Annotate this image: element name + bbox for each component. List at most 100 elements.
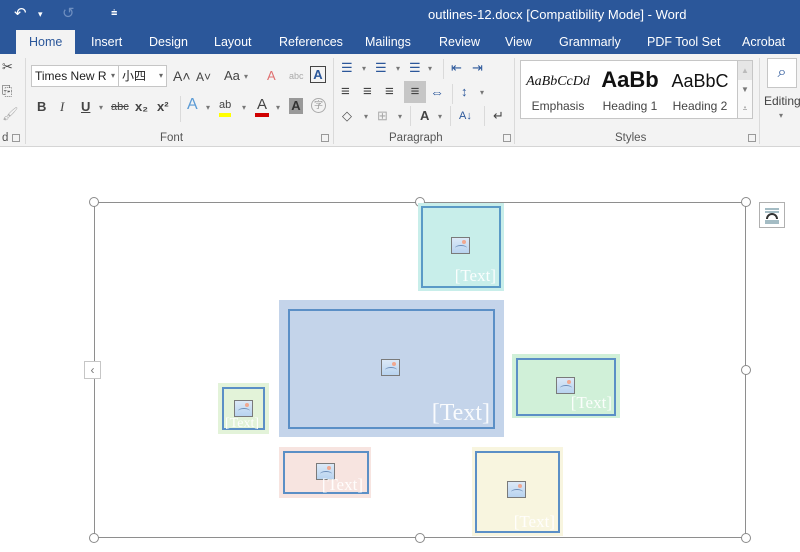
chevron-down-icon[interactable]: ▾ — [244, 72, 248, 81]
clear-formatting-icon[interactable]: A — [267, 68, 276, 84]
shape-text[interactable]: [Text] — [225, 416, 259, 432]
clipboard-launcher[interactable] — [12, 134, 20, 142]
decrease-indent-button[interactable]: ⇤ — [451, 60, 462, 76]
multilevel-list-button[interactable]: ☰ — [409, 60, 421, 76]
numbering-button[interactable]: ☰ — [375, 60, 387, 76]
picture-shape[interactable]: [Text] — [279, 447, 371, 498]
show-marks-button[interactable]: ↵ — [493, 108, 504, 124]
chevron-down-icon[interactable]: ▾ — [364, 112, 368, 121]
shape-text[interactable]: [Text] — [432, 400, 490, 427]
picture-shape[interactable]: [Text] — [218, 383, 269, 434]
line-spacing-button[interactable]: ↕ — [461, 84, 468, 100]
tab-pdf-tool-set[interactable]: PDF Tool Set — [634, 30, 733, 54]
copy-icon[interactable]: ⎘ — [2, 83, 12, 99]
align-right-button[interactable]: ≡ — [385, 84, 394, 100]
more-styles-button[interactable]: ⩡ — [738, 99, 752, 118]
paragraph-dialog-launcher[interactable] — [503, 134, 511, 142]
tab-insert[interactable]: Insert — [78, 30, 135, 54]
customize-qat-icon[interactable]: ⩧ — [111, 7, 117, 20]
subscript-button[interactable]: x₂ — [135, 99, 148, 115]
style-heading-2[interactable]: AaBbC Heading 2 — [665, 61, 735, 118]
cut-icon[interactable]: ✂ — [2, 59, 13, 75]
font-color-button[interactable]: A — [255, 97, 269, 117]
text-effects-icon[interactable]: abc — [289, 68, 304, 84]
format-painter-icon[interactable]: 🖌 — [2, 106, 19, 122]
picture-placeholder-icon[interactable] — [507, 481, 526, 498]
character-border-icon[interactable]: A — [310, 66, 326, 83]
change-case-icon[interactable]: Aa — [224, 68, 240, 84]
italic-button[interactable]: I — [60, 99, 64, 115]
picture-shape[interactable]: [Text] — [512, 354, 620, 418]
undo-icon[interactable]: ↶ — [14, 4, 27, 22]
chevron-down-icon[interactable]: ▾ — [396, 64, 400, 73]
text-pane-toggle[interactable]: ‹ — [84, 361, 101, 379]
chevron-down-icon[interactable]: ▾ — [242, 103, 246, 112]
align-left-button[interactable]: ≡ — [341, 84, 350, 100]
chevron-down-icon[interactable]: ▾ — [779, 111, 783, 120]
shape-text[interactable]: [Text] — [455, 266, 496, 286]
editing-label[interactable]: Editing — [764, 94, 800, 108]
bold-button[interactable]: B — [37, 99, 46, 115]
underline-button[interactable]: U — [81, 99, 90, 115]
chevron-down-icon[interactable]: ▾ — [99, 103, 103, 112]
picture-placeholder-icon[interactable] — [381, 359, 400, 376]
increase-indent-button[interactable]: ⇥ — [472, 60, 483, 76]
styles-dialog-launcher[interactable] — [748, 134, 756, 142]
scroll-up-button[interactable]: ▲ — [738, 61, 752, 80]
tab-references[interactable]: References — [266, 30, 356, 54]
resize-handle[interactable] — [415, 533, 425, 543]
chevron-down-icon[interactable]: ▾ — [438, 112, 442, 121]
shape-text[interactable]: [Text] — [571, 393, 612, 413]
center-button[interactable]: ≡ — [363, 84, 372, 100]
find-button[interactable]: ⌕ — [767, 58, 797, 88]
tab-mailings[interactable]: Mailings — [352, 30, 424, 54]
picture-placeholder-icon[interactable] — [234, 400, 253, 417]
strikethrough-button[interactable]: abc — [111, 99, 129, 115]
justify-button[interactable]: ≡ — [404, 81, 426, 103]
chevron-down-icon[interactable]: ▾ — [276, 103, 280, 112]
style-heading-1[interactable]: AaBb Heading 1 — [595, 61, 665, 118]
font-name-combo[interactable]: Times New R ▾ — [31, 65, 119, 87]
shrink-font-icon[interactable]: A˅ — [196, 69, 211, 85]
redo-icon[interactable]: ↺ — [62, 4, 75, 22]
asian-layout-button[interactable]: A — [420, 108, 429, 124]
tab-grammarly[interactable]: Grammarly — [546, 30, 634, 54]
tab-acrobat[interactable]: Acrobat — [729, 30, 798, 54]
tab-review[interactable]: Review — [426, 30, 493, 54]
font-dialog-launcher[interactable] — [321, 134, 329, 142]
picture-shape[interactable]: [Text] — [418, 203, 504, 291]
grow-font-icon[interactable]: A˄ — [173, 68, 191, 84]
font-size-combo[interactable]: 小四 ▾ — [118, 65, 167, 87]
shading-button[interactable]: ◇ — [342, 108, 352, 124]
layout-options-button[interactable] — [759, 202, 785, 228]
picture-placeholder-icon[interactable] — [556, 377, 575, 394]
picture-shape[interactable]: [Text] — [472, 447, 563, 536]
tab-layout[interactable]: Layout — [201, 30, 265, 54]
picture-placeholder-icon[interactable] — [451, 237, 470, 254]
resize-handle[interactable] — [741, 365, 751, 375]
style-emphasis[interactable]: AaBbCcDd Emphasis — [523, 61, 593, 118]
resize-handle[interactable] — [741, 197, 751, 207]
character-shading-button[interactable]: A — [289, 98, 303, 114]
chevron-down-icon[interactable]: ▾ — [362, 64, 366, 73]
chevron-down-icon[interactable]: ▾ — [398, 112, 402, 121]
tab-design[interactable]: Design — [136, 30, 201, 54]
shape-text[interactable]: [Text] — [514, 512, 555, 532]
picture-shape[interactable]: [Text] — [279, 300, 504, 437]
chevron-down-icon[interactable]: ▾ — [428, 64, 432, 73]
tab-view[interactable]: View — [492, 30, 545, 54]
highlight-color-button[interactable]: ab — [219, 97, 232, 117]
superscript-button[interactable]: x² — [157, 99, 169, 115]
scroll-down-button[interactable]: ▼ — [738, 80, 752, 99]
enclose-characters-button[interactable]: 字 — [311, 98, 326, 113]
shape-text[interactable]: [Text] — [322, 475, 363, 495]
chevron-down-icon[interactable]: ▾ — [206, 103, 210, 112]
chevron-down-icon[interactable]: ▾ — [480, 88, 484, 97]
borders-button[interactable]: ⊞ — [377, 108, 388, 124]
sort-button[interactable]: A↓ — [459, 108, 472, 124]
resize-handle[interactable] — [741, 533, 751, 543]
resize-handle[interactable] — [89, 533, 99, 543]
tab-home[interactable]: Home — [16, 30, 76, 54]
resize-handle[interactable] — [89, 197, 99, 207]
text-effects-button[interactable]: A — [187, 97, 198, 113]
